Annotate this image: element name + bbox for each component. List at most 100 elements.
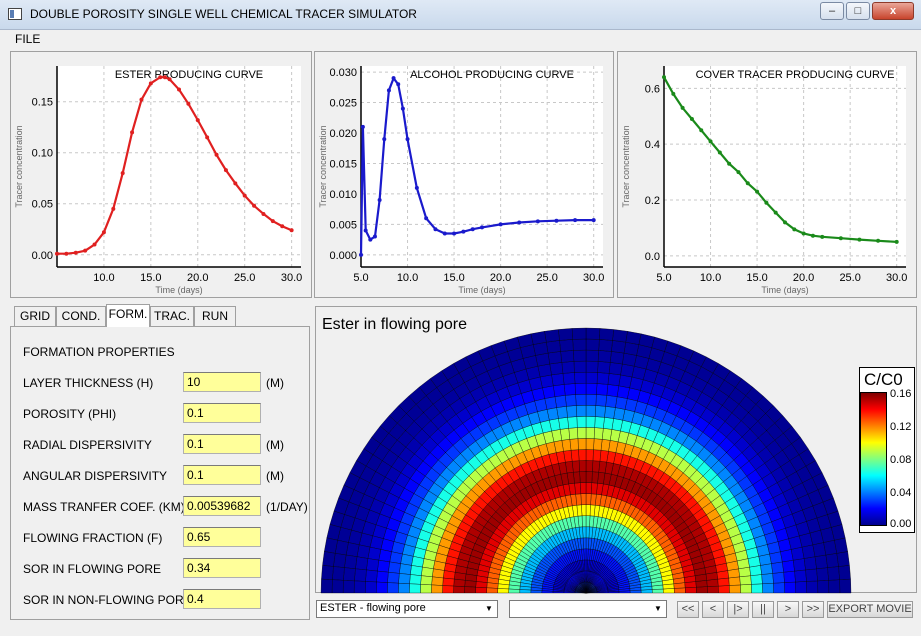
polar-cell	[825, 553, 839, 568]
polar-cell	[320, 578, 333, 594]
polar-cell	[508, 588, 520, 594]
plot-area	[57, 66, 301, 267]
y-tick-label: 0.000	[329, 250, 357, 262]
polar-cell	[486, 582, 499, 589]
polar-cell	[574, 372, 587, 384]
tab-form[interactable]: FORM.	[106, 304, 150, 327]
data-point	[461, 229, 466, 234]
data-point	[177, 87, 181, 92]
polar-cell	[575, 394, 587, 406]
polar-cell	[421, 566, 434, 577]
title-bar: DOUBLE POROSITY SINGLE WELL CHEMICAL TRA…	[0, 0, 921, 30]
sor-flowing-input[interactable]	[183, 558, 261, 578]
data-point	[736, 170, 741, 175]
mass-transfer-input[interactable]	[183, 496, 261, 516]
sor-non-flowing-input[interactable]	[183, 589, 261, 609]
pause-button[interactable]: ||	[752, 601, 774, 618]
plot-area	[664, 66, 906, 267]
ester-chart-panel: 0.00 0.05 0.10 0.15 10.0 15.0 20.0 25.0 30.0 ESTE…	[10, 51, 312, 298]
data-point	[671, 91, 676, 96]
polar-cell	[343, 567, 356, 582]
radial-dispersivity-input[interactable]	[183, 434, 261, 454]
polar-cell	[585, 394, 597, 406]
polar-cell	[378, 549, 392, 563]
polar-cell	[602, 428, 613, 441]
polar-cell	[585, 438, 595, 450]
plot-area	[361, 66, 603, 267]
polar-cell	[696, 586, 708, 594]
x-tick-label: 20.0	[490, 272, 511, 284]
data-point	[363, 228, 368, 233]
angular-dispersivity-input[interactable]	[183, 465, 261, 485]
x-tick-label: 25.0	[839, 272, 860, 284]
export-movie-button[interactable]: EXPORT MOVIE	[827, 601, 913, 618]
data-point	[360, 124, 365, 129]
y-tick-label: 0.020	[329, 128, 357, 140]
rewind-button[interactable]: <<	[677, 601, 699, 618]
polar-cell	[567, 416, 578, 429]
polar-cell	[562, 372, 576, 385]
polar-cell	[597, 350, 612, 363]
data-point	[382, 137, 387, 142]
polar-cell	[585, 327, 601, 340]
polar-cell	[333, 553, 347, 568]
alcohol-chart-panel: 0.000 0.005 0.010 0.015 0.020 0.025 0.030 5.0 10…	[314, 51, 614, 298]
data-point	[405, 137, 410, 142]
polar-cell	[585, 372, 598, 384]
polar-cell	[563, 383, 576, 396]
polar-cell	[718, 585, 730, 594]
play-button[interactable]: |>	[727, 601, 749, 618]
polar-cell	[581, 504, 587, 516]
polar-cell	[707, 585, 719, 594]
minimize-button[interactable]: –	[820, 2, 844, 20]
data-point	[727, 161, 732, 166]
data-point	[391, 76, 396, 81]
y-tick-label: 0.15	[32, 97, 53, 109]
data-point	[764, 200, 769, 205]
polar-cell	[805, 568, 818, 582]
polar-cell	[585, 427, 595, 439]
polar-cell	[475, 581, 488, 588]
data-point	[470, 227, 475, 232]
tab-run[interactable]: RUN	[194, 306, 236, 326]
data-point	[223, 168, 228, 173]
polar-cell	[573, 349, 587, 362]
porosity-input[interactable]	[183, 403, 261, 423]
polar-cell	[578, 449, 587, 461]
formation-tab-body: FORMATION PROPERTIES LAYER THICKNESS (H)…	[10, 326, 310, 620]
x-tick-label: 30.0	[281, 272, 302, 284]
polar-cell	[464, 586, 476, 594]
tab-grid[interactable]: GRID	[14, 306, 56, 326]
data-point	[280, 224, 285, 229]
step-forward-button[interactable]: >	[777, 601, 799, 618]
polar-cell	[596, 372, 610, 385]
tab-cond[interactable]: COND.	[56, 306, 106, 326]
flowing-fraction-input[interactable]	[183, 527, 261, 547]
polar-cell	[611, 340, 626, 354]
secondary-select[interactable]: ▼	[509, 600, 667, 618]
sor-flowing-label: SOR IN FLOWING PORE	[23, 562, 162, 576]
polar-cell	[750, 574, 763, 585]
polar-cell	[486, 587, 498, 594]
cover-chart: 0.0 0.2 0.4 0.6 5.0 10.0 15.0 20.0 25.0 30.0 COVER…	[621, 66, 907, 295]
tab-trac[interactable]: TRAC.	[150, 306, 194, 326]
polar-cell	[591, 471, 599, 484]
polar-cell	[729, 584, 741, 594]
maximize-button[interactable]: □	[846, 2, 870, 20]
data-point	[186, 101, 191, 106]
step-back-button[interactable]: <	[702, 601, 724, 618]
polar-cell	[453, 578, 466, 587]
polar-cell	[663, 588, 675, 594]
fast-forward-button[interactable]: >>	[802, 601, 824, 618]
variable-select[interactable]: ESTER - flowing pore ▼	[316, 600, 498, 618]
polar-cell	[794, 569, 807, 583]
menu-file[interactable]: FILE	[15, 32, 40, 46]
polar-cell	[600, 439, 611, 452]
layer-thickness-input[interactable]	[183, 372, 261, 392]
polar-cell	[836, 551, 850, 567]
data-point	[498, 222, 503, 227]
close-button[interactable]: x	[872, 2, 914, 20]
y-tick-label: 0.010	[329, 189, 357, 201]
polar-cell	[431, 584, 443, 594]
polar-cell	[577, 438, 587, 450]
